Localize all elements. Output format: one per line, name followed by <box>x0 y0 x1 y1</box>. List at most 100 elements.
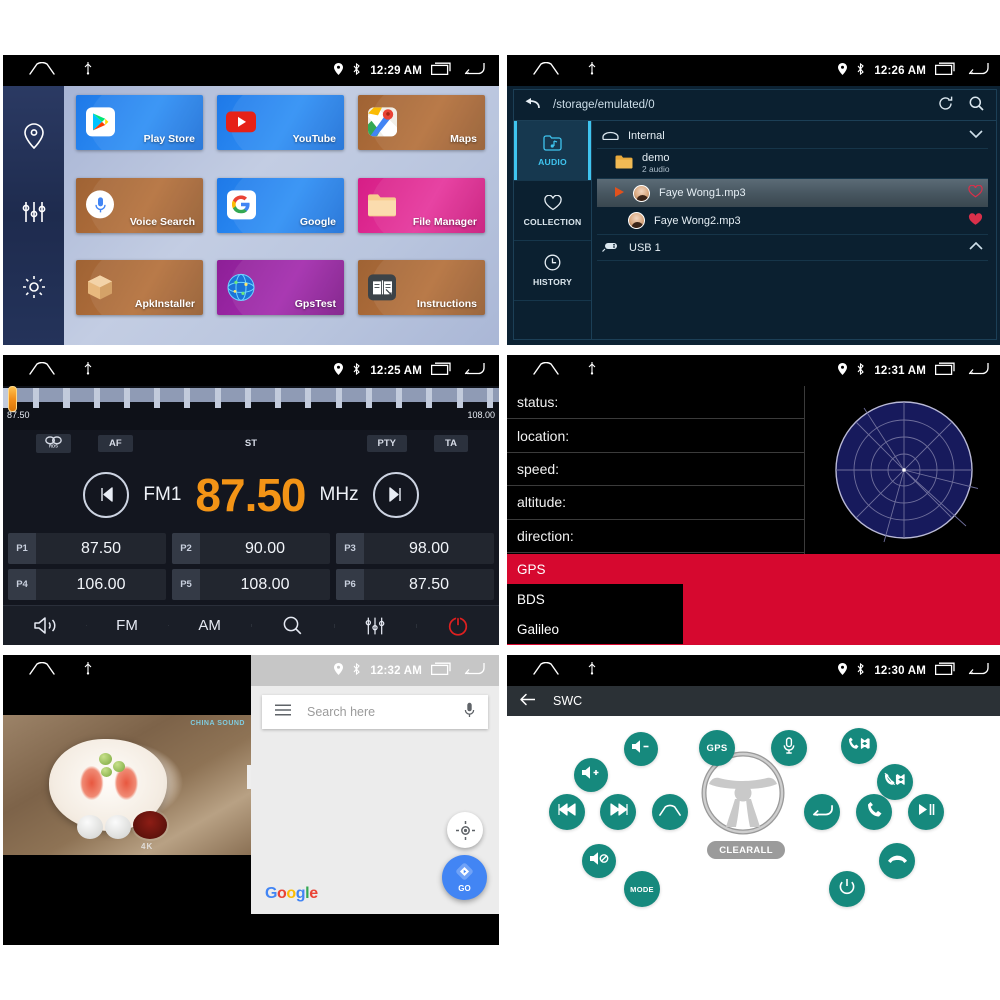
preset-button[interactable]: P5 108.00 <box>172 569 330 600</box>
back-icon[interactable] <box>462 662 485 680</box>
af-badge[interactable]: AF <box>98 434 133 452</box>
video-player[interactable]: CHINA SOUND 4K <box>3 655 251 914</box>
ta-badge[interactable]: TA <box>434 434 468 452</box>
phone-prev-button[interactable] <box>841 728 877 764</box>
previous-station-button[interactable] <box>83 471 130 518</box>
play-pause-button[interactable] <box>908 794 944 830</box>
back-arrow-icon[interactable] <box>524 97 540 113</box>
clear-all-button[interactable]: CLEARALL <box>707 841 785 859</box>
home-icon[interactable] <box>533 661 559 680</box>
tab-audio[interactable]: AUDIO <box>514 121 591 181</box>
app-tile-maps[interactable]: Maps <box>358 95 485 150</box>
power-button[interactable] <box>829 871 865 907</box>
home-icon[interactable] <box>29 661 55 680</box>
power-button[interactable] <box>416 616 499 636</box>
fm-button[interactable]: FM <box>85 617 169 634</box>
favorite-heart-icon[interactable] <box>968 212 983 229</box>
frequency-scale[interactable]: 87.50 108.00 <box>3 386 499 430</box>
hangup-button[interactable] <box>879 843 915 879</box>
preset-button[interactable]: P3 98.00 <box>336 533 494 564</box>
back-icon[interactable] <box>462 62 485 80</box>
pty-badge[interactable]: PTY <box>366 434 407 452</box>
recent-apps-icon[interactable] <box>430 62 453 80</box>
home-icon[interactable] <box>29 361 55 380</box>
chevron-down-icon[interactable] <box>969 129 983 142</box>
next-track-button[interactable] <box>600 794 636 830</box>
video-frame[interactable]: CHINA SOUND 4K <box>3 715 251 855</box>
preset-button[interactable]: P6 87.50 <box>336 569 494 600</box>
recent-apps-icon[interactable] <box>934 662 957 680</box>
list-item-track[interactable]: Faye Wong1.mp3 <box>597 179 988 207</box>
next-station-button[interactable] <box>372 471 419 518</box>
equalizer-button[interactable] <box>333 616 417 636</box>
navigate-go-button[interactable]: GO <box>442 855 487 900</box>
preset-button[interactable]: P4 106.00 <box>8 569 166 600</box>
list-item-usb[interactable]: USB 1 <box>597 235 988 261</box>
home-icon[interactable] <box>533 361 559 380</box>
hamburger-menu-icon[interactable] <box>275 703 291 721</box>
google-maps-icon <box>367 107 397 137</box>
preset-button[interactable]: P1 87.50 <box>8 533 166 564</box>
app-tile-play-store[interactable]: Play Store <box>76 95 203 150</box>
frequency-cursor[interactable] <box>8 386 17 412</box>
app-tile-apk-installer[interactable]: ApkInstaller <box>76 260 203 316</box>
answer-call-button[interactable] <box>856 794 892 830</box>
swc-title-bar: SWC <box>507 686 1000 716</box>
rds-badge[interactable]: RDS <box>36 433 71 453</box>
open-book-icon <box>367 272 397 302</box>
navigation-pin-icon[interactable] <box>23 123 45 154</box>
search-button[interactable] <box>251 616 334 635</box>
mode-button[interactable]: MODE <box>624 871 660 907</box>
gnss-selected-value[interactable]: GPS <box>507 554 1000 584</box>
maps-search-bar[interactable]: Search here <box>262 695 488 729</box>
gps-body: status: location: speed: altitude: direc… <box>507 386 1000 645</box>
settings-gear-icon[interactable] <box>22 275 46 304</box>
recent-apps-icon[interactable] <box>934 362 957 380</box>
back-icon[interactable] <box>966 62 989 80</box>
phone-next-button[interactable] <box>877 764 913 800</box>
gnss-selector[interactable]: GPS BDS Galileo <box>507 554 1000 645</box>
preset-slot: P2 <box>172 533 200 564</box>
home-icon[interactable] <box>533 61 559 80</box>
app-tile-google[interactable]: Google <box>217 177 344 233</box>
home-button[interactable] <box>652 794 688 830</box>
back-icon[interactable] <box>966 662 989 680</box>
chevron-up-icon[interactable] <box>969 241 983 254</box>
previous-track-button[interactable] <box>549 794 585 830</box>
equalizer-icon[interactable] <box>22 200 46 229</box>
preset-button[interactable]: P2 90.00 <box>172 533 330 564</box>
microphone-icon[interactable] <box>464 702 475 723</box>
recent-apps-icon[interactable] <box>430 662 453 680</box>
recent-apps-icon[interactable] <box>934 62 957 80</box>
volume-down-button[interactable] <box>624 732 658 766</box>
tab-history[interactable]: HISTORY <box>514 241 591 301</box>
am-button[interactable]: AM <box>168 617 251 634</box>
list-item-internal[interactable]: Internal <box>597 123 988 149</box>
voice-button[interactable] <box>771 730 807 766</box>
tab-collection[interactable]: COLLECTION <box>514 181 591 241</box>
app-tile-youtube[interactable]: YouTube <box>217 95 344 150</box>
maps-search-input[interactable]: Search here <box>307 705 464 719</box>
back-icon[interactable] <box>462 362 485 380</box>
arrow-back-icon[interactable] <box>519 693 536 709</box>
refresh-icon[interactable] <box>938 96 953 114</box>
gps-button[interactable]: GPS <box>699 730 735 766</box>
gnss-option-bds[interactable]: BDS <box>507 584 683 614</box>
back-button[interactable] <box>804 794 840 830</box>
list-item-folder[interactable]: demo 2 audio <box>597 149 988 179</box>
my-location-button[interactable] <box>447 812 483 848</box>
mute-speaker-button[interactable] <box>3 616 86 635</box>
favorite-heart-icon[interactable] <box>968 184 983 201</box>
app-tile-instructions[interactable]: Instructions <box>358 260 485 316</box>
app-tile-file-manager[interactable]: File Manager <box>358 177 485 233</box>
list-item-track[interactable]: Faye Wong2.mp3 <box>597 207 988 235</box>
search-icon[interactable] <box>969 96 984 114</box>
home-icon[interactable] <box>29 61 55 80</box>
app-tile-gps-test[interactable]: GpsTest <box>217 260 344 316</box>
recent-apps-icon[interactable] <box>430 362 453 380</box>
gnss-option-galileo[interactable]: Galileo <box>507 614 683 644</box>
volume-up-button[interactable] <box>574 758 608 792</box>
mute-button[interactable] <box>582 844 616 878</box>
app-tile-voice-search[interactable]: Voice Search <box>76 177 203 233</box>
back-icon[interactable] <box>966 362 989 380</box>
